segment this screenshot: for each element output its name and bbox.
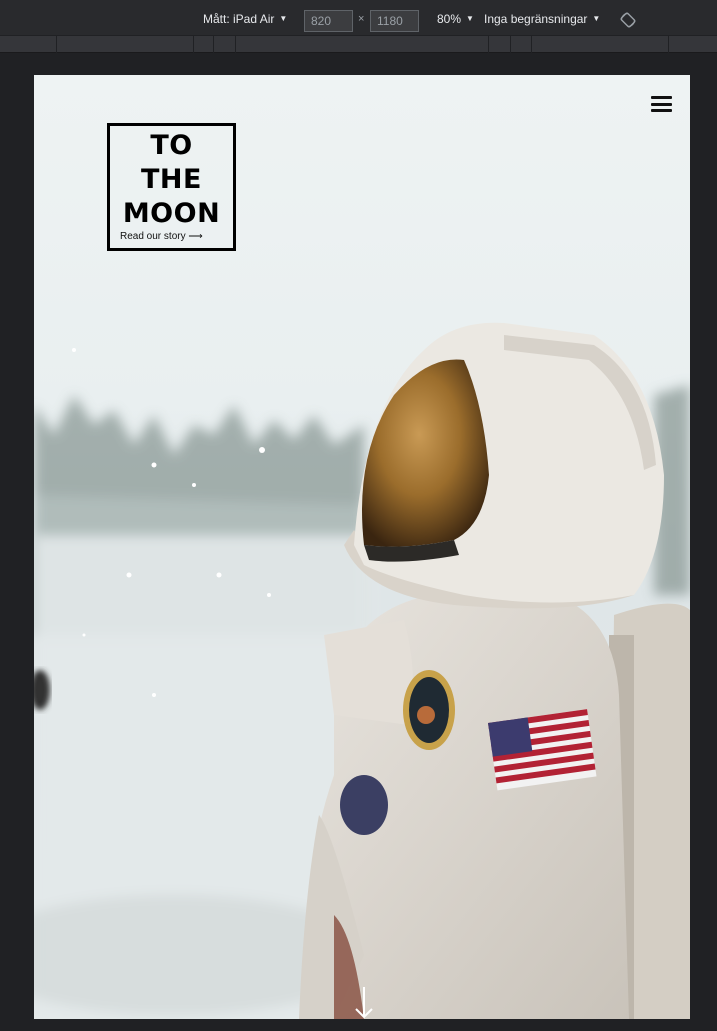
device-viewport: TO THE MOON Read our story ⟶	[34, 75, 690, 1019]
device-toolbar: Mått: iPad Air ▼ × 80% ▼ Inga begränsnin…	[0, 0, 717, 35]
scroll-down-arrow-icon[interactable]	[353, 985, 375, 1019]
width-input[interactable]	[304, 10, 353, 32]
ruler-tick	[510, 36, 511, 54]
site-logo[interactable]: TO THE MOON Read our story ⟶	[107, 123, 236, 251]
logo-line: MOON	[122, 198, 221, 229]
arrow-right-icon: ⟶	[188, 231, 203, 242]
zoom-select[interactable]: 80% ▼	[437, 9, 474, 29]
device-select-label: Mått: iPad Air	[203, 12, 275, 26]
throttle-select-label: Inga begränsningar	[484, 12, 588, 26]
device-select[interactable]: Mått: iPad Air ▼	[203, 9, 287, 29]
logo-line: THE	[141, 164, 202, 195]
ruler-tick	[668, 36, 669, 54]
read-our-story-label: Read our story	[120, 231, 186, 242]
ruler-tick	[235, 36, 236, 54]
ruler-tick	[531, 36, 532, 54]
dimension-separator: ×	[358, 13, 365, 25]
logo-line: TO	[150, 130, 193, 161]
ruler-tick	[488, 36, 489, 54]
ruler-tick	[193, 36, 194, 54]
ruler-tick	[213, 36, 214, 54]
chevron-down-icon: ▼	[592, 14, 601, 23]
height-input[interactable]	[370, 10, 419, 32]
media-query-ruler[interactable]	[0, 35, 717, 54]
read-our-story-link[interactable]: Read our story ⟶	[120, 231, 203, 242]
throttle-select[interactable]: Inga begränsningar ▼	[484, 9, 600, 29]
rotate-icon[interactable]	[620, 12, 636, 28]
zoom-select-label: 80%	[437, 12, 462, 26]
chevron-down-icon: ▼	[466, 14, 474, 23]
menu-bar	[651, 96, 672, 99]
chevron-down-icon: ▼	[279, 14, 288, 23]
hamburger-menu-icon[interactable]	[651, 95, 672, 113]
menu-bar	[651, 109, 672, 112]
menu-bar	[651, 102, 672, 106]
ruler-tick	[56, 36, 57, 54]
